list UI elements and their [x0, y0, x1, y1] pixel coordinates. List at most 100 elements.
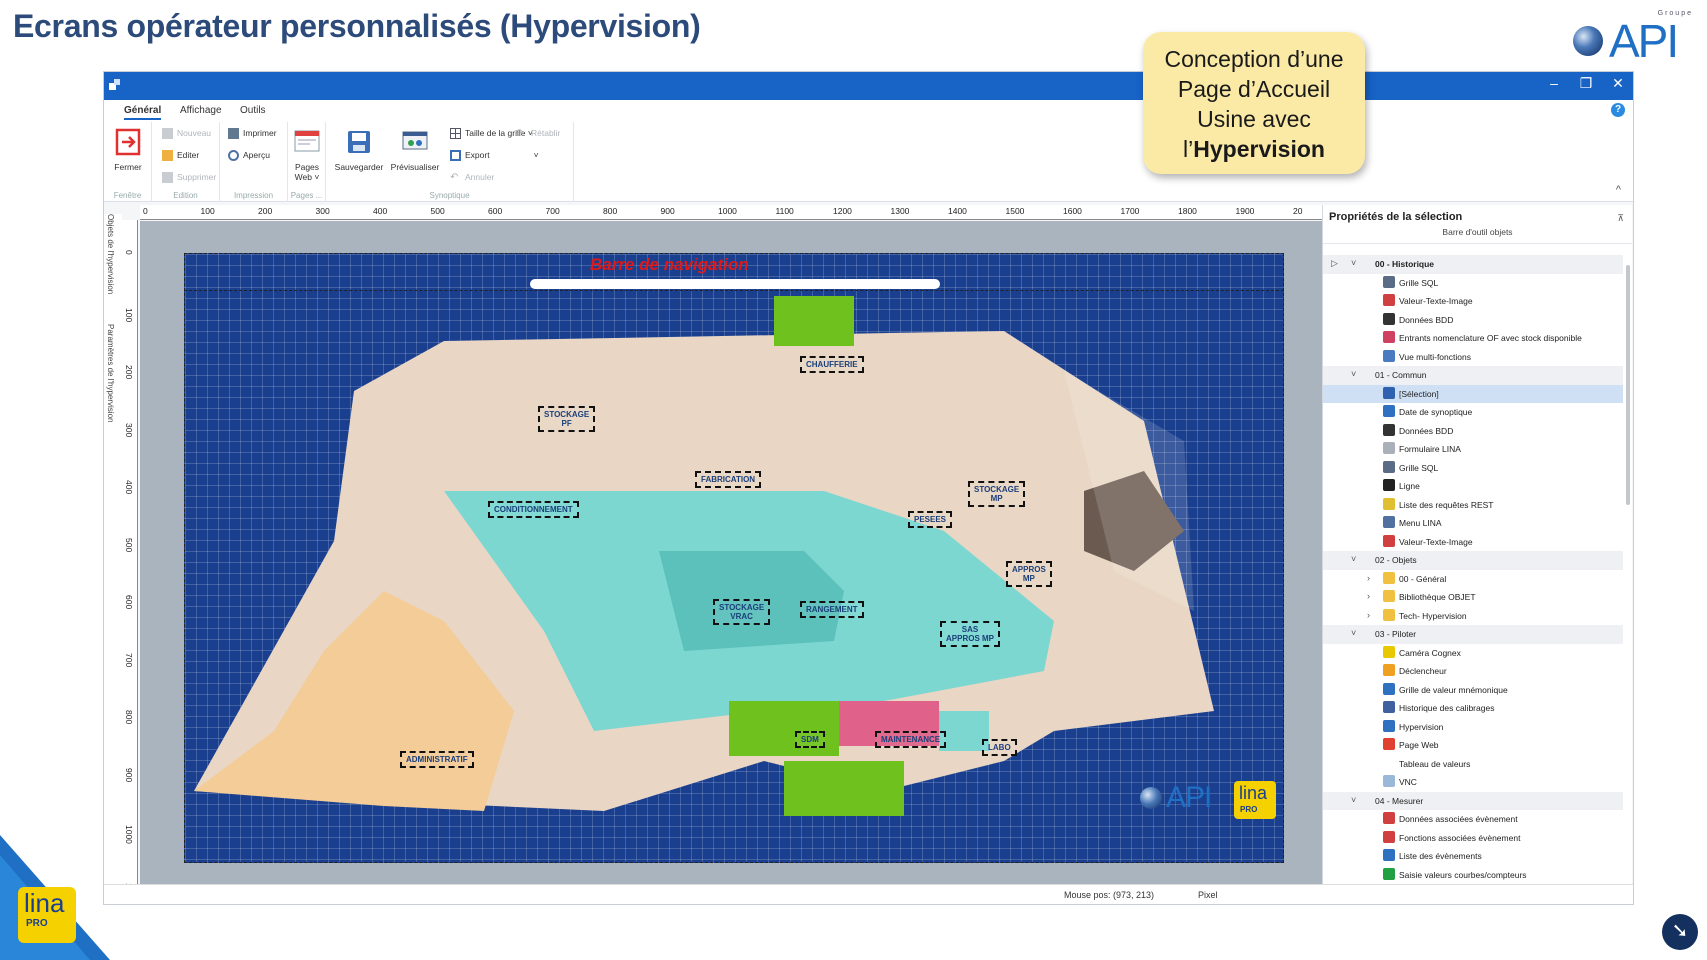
tree-category[interactable]: ˅ ▷ 00 - Historique — [1323, 255, 1623, 274]
tab-general[interactable]: Général — [124, 105, 162, 120]
chevron-down-icon[interactable]: ˅ — [1351, 554, 1356, 564]
ruler-tick-label: 1400 — [948, 206, 967, 216]
close-button[interactable]: ✕ — [1603, 75, 1633, 92]
tree-item[interactable]: Grille SQL — [1323, 274, 1623, 293]
tree-item[interactable]: Données BDD — [1323, 422, 1623, 441]
tree-item[interactable]: Déclencheur — [1323, 662, 1623, 681]
editer-button[interactable]: Editer — [162, 150, 200, 162]
redo-icon: ↷ — [516, 128, 525, 140]
zone-sas-appros-mp[interactable]: SAS APPROS MP — [940, 621, 1001, 647]
tree-item[interactable]: VNC — [1323, 773, 1623, 792]
chevron-down-icon[interactable]: ˅ — [1351, 795, 1356, 805]
chevron-down-icon[interactable]: ˅ — [1351, 369, 1356, 379]
tab-objets-hypervision[interactable]: Objets de l'hypervision — [106, 214, 115, 294]
tab-outils[interactable]: Outils — [240, 105, 266, 116]
minimize-button[interactable]: – — [1539, 75, 1569, 91]
tree-item[interactable]: › Tech- Hypervision — [1323, 607, 1623, 626]
tree-label: 02 - Objets — [1375, 555, 1417, 565]
sauvegarder-button[interactable]: Sauvegarder — [334, 128, 384, 172]
tree-item[interactable]: Vue multi-fonctions — [1323, 348, 1623, 367]
ruler-tick-label: 700 — [124, 652, 134, 667]
tree-item[interactable]: Données associées évènement — [1323, 810, 1623, 829]
nouveau-button[interactable]: Nouveau — [162, 128, 211, 140]
tree-category[interactable]: ˅ 03 - Piloter — [1323, 625, 1623, 644]
zone-stockage-vrac[interactable]: STOCKAGE VRAC — [713, 599, 771, 625]
tree-label: Liste des requêtes REST — [1399, 499, 1494, 510]
zone-rangement[interactable]: RANGEMENT — [800, 601, 864, 618]
chevron-right-icon[interactable]: › — [1367, 573, 1370, 583]
tree-item[interactable]: Valeur-Texte-Image — [1323, 533, 1623, 552]
zone-fabrication[interactable]: FABRICATION — [695, 471, 762, 488]
tree-label: Ligne — [1399, 481, 1420, 491]
expand-icon[interactable]: ▷ — [1331, 258, 1338, 269]
tree-item[interactable]: Grille SQL — [1323, 459, 1623, 478]
tree-item[interactable]: Valeur-Texte-Image — [1323, 292, 1623, 311]
pin-icon[interactable]: ⊼ — [1617, 213, 1624, 224]
zone-pesees[interactable]: PESEES — [908, 511, 953, 528]
fermer-button[interactable]: Fermer — [112, 128, 144, 172]
tree-item[interactable]: Fonctions associées évènement — [1323, 829, 1623, 848]
zone-conditionnement[interactable]: CONDITIONNEMENT — [488, 501, 579, 518]
tree-item[interactable]: Entrants nomenclature OF avec stock disp… — [1323, 329, 1623, 348]
apercu-button[interactable]: Aperçu — [228, 150, 270, 162]
tree-item[interactable]: Saisie valeurs courbes/compteurs — [1323, 866, 1623, 885]
undo-icon: ↶ — [450, 172, 459, 184]
tree-item[interactable]: Hypervision — [1323, 718, 1623, 737]
zone-stockage-mp[interactable]: STOCKAGE MP — [968, 481, 1026, 507]
restore-button[interactable]: ❐ — [1571, 75, 1601, 92]
object-toolbar-tree: ˅ ▷ 00 - Historique Grille SQL Valeur-Texte-… — [1323, 255, 1623, 884]
tree-item[interactable]: Menu LINA — [1323, 514, 1623, 533]
tree-item[interactable]: Liste des requêtes REST — [1323, 496, 1623, 515]
tree-item[interactable]: Grille de valeur mnémonique — [1323, 681, 1623, 700]
pages-web-button[interactable]: Pages Web ˅ — [292, 128, 322, 182]
tree-category[interactable]: ˅ 01 - Commun — [1323, 366, 1623, 385]
design-canvas[interactable]: Barre de navigation CHAUFFERIE STOCKAGE P… — [140, 221, 1352, 901]
chevron-right-icon[interactable]: › — [1367, 591, 1370, 601]
next-slide-button[interactable]: ➘ — [1662, 914, 1698, 950]
tree-item[interactable]: Caméra Cognex — [1323, 644, 1623, 663]
tree-item[interactable]: Date de synoptique — [1323, 403, 1623, 422]
zone-sdm[interactable]: SDM — [795, 731, 825, 748]
editer-label: Editer — [177, 150, 200, 160]
tree-item[interactable]: › 00 - Général — [1323, 570, 1623, 589]
zone-chaufferie[interactable]: CHAUFFERIE — [800, 356, 864, 373]
sdm-lower-area — [784, 761, 904, 816]
zone-appros-mp[interactable]: APPROS MP — [1006, 561, 1052, 587]
collapse-ribbon-button[interactable]: ^ — [1616, 184, 1621, 196]
scrollbar[interactable] — [1626, 265, 1630, 505]
chevron-down-icon[interactable]: ˅ — [1351, 258, 1356, 268]
tree-item[interactable]: Formulaire LINA — [1323, 440, 1623, 459]
side-tabs: Objets de l'hypervision Paramètres de l'… — [104, 214, 122, 904]
tree-item[interactable]: Page Web — [1323, 736, 1623, 755]
tree-item[interactable]: Données BDD — [1323, 311, 1623, 330]
chevron-right-icon[interactable]: › — [1367, 610, 1370, 620]
tree-item[interactable]: Tableau de valeurs — [1323, 755, 1623, 774]
tree-label: 01 - Commun — [1375, 370, 1427, 380]
tree-item[interactable]: [Sélection] — [1323, 384, 1623, 403]
export-button[interactable]: Export ˅ — [450, 150, 539, 162]
tree-label: Données associées évènement — [1399, 814, 1518, 824]
zone-administratif[interactable]: ADMINISTRATIF — [400, 751, 474, 768]
tab-parametres-hypervision[interactable]: Paramètres de l'hypervision — [106, 324, 115, 422]
navigation-bar[interactable] — [530, 279, 940, 289]
retablir-button[interactable]: ↷ Rétablir — [516, 128, 560, 139]
annuler-button[interactable]: ↶ Annuler — [450, 172, 494, 183]
supprimer-button[interactable]: Supprimer — [162, 172, 216, 184]
tree-category[interactable]: ˅ 02 - Objets — [1323, 551, 1623, 570]
help-icon[interactable]: ? — [1611, 103, 1625, 117]
chevron-down-icon[interactable]: ˅ — [1351, 628, 1356, 638]
title-bar: – ❐ ✕ — [104, 72, 1633, 100]
zone-stockage-pf[interactable]: STOCKAGE PF — [538, 406, 596, 432]
tree-category[interactable]: ˅ 04 - Mesurer — [1323, 791, 1623, 810]
zone-labo[interactable]: LABO — [982, 739, 1017, 756]
zone-maintenance[interactable]: MAINTENANCE — [875, 731, 947, 748]
tree-item[interactable]: › Bibliothèque OBJET — [1323, 588, 1623, 607]
tree-label: Tech- Hypervision — [1399, 610, 1467, 621]
imprimer-button[interactable]: Imprimer — [228, 128, 277, 140]
tree-item[interactable]: Historique des calibrages — [1323, 699, 1623, 718]
tab-affichage[interactable]: Affichage — [180, 105, 222, 116]
folder-icon — [1383, 590, 1395, 602]
tree-item[interactable]: Ligne — [1323, 477, 1623, 496]
previsualiser-button[interactable]: Prévisualiser — [388, 128, 442, 172]
tree-item[interactable]: Liste des évènements — [1323, 847, 1623, 866]
